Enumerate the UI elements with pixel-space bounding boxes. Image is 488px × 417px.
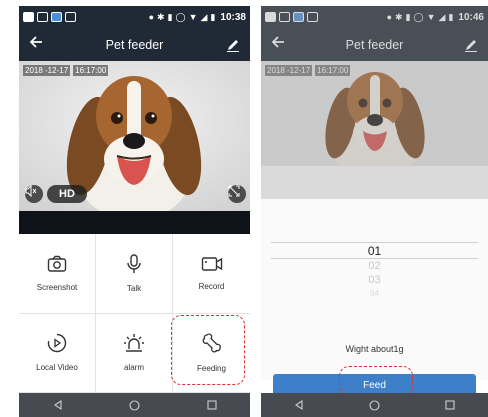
video-time: 16:17:00 — [315, 65, 351, 76]
puppy-image — [261, 61, 488, 166]
camera-icon — [47, 255, 67, 272]
picker-option-selected[interactable]: 01 — [261, 244, 488, 259]
weight-label: Wight about1g — [345, 344, 404, 354]
nav-back-icon — [294, 400, 303, 410]
vibrate-icon: ▮ — [167, 11, 173, 22]
app-icon — [293, 12, 304, 22]
microphone-icon — [127, 254, 141, 273]
battery-icon: ▮ — [448, 11, 454, 22]
phone-screen-feeder-main: ● ✱ ▮ ◯ ▼ ◢ ▮ 10:38 Pet feeder 2018 -12-… — [19, 6, 250, 417]
feed-highlight-outline — [339, 366, 413, 396]
talk-button[interactable]: Talk — [96, 234, 173, 314]
picker-divider-top — [271, 242, 478, 243]
phone-screen-feed-dialog: ● ✱ ▮ ◯ ▼ ◢ ▮ 10:46 Pet feeder 2018 -12-… — [261, 6, 488, 417]
battery-icon: ▮ — [210, 11, 216, 22]
edit-button[interactable] — [454, 38, 488, 52]
notification-icon — [265, 12, 276, 22]
wifi-icon: ▼ — [426, 12, 436, 22]
location-icon: ● — [386, 12, 393, 22]
video-date: 2018 -12-17 — [265, 65, 313, 76]
video-time: 16:17:00 — [73, 65, 109, 76]
nav-back-icon — [53, 400, 62, 410]
nav-home-button[interactable] — [359, 395, 389, 415]
video-camera-icon — [201, 257, 222, 271]
back-button[interactable] — [19, 35, 53, 54]
record-label: Record — [198, 281, 225, 291]
chart-icon — [307, 12, 318, 22]
hd-toggle-button[interactable]: HD — [47, 185, 87, 203]
app-bar: Pet feeder — [19, 28, 250, 61]
status-bar: ● ✱ ▮ ◯ ▼ ◢ ▮ 10:46 — [261, 6, 488, 28]
nav-recents-button[interactable] — [435, 395, 465, 415]
fullscreen-button[interactable] — [228, 185, 246, 203]
alarm-icon: ◯ — [175, 11, 186, 22]
edit-button[interactable] — [216, 38, 250, 52]
feed-amount-picker[interactable]: 01 02 03 04 Wight about1g Feed — [261, 199, 488, 398]
location-icon: ● — [148, 12, 155, 22]
signal-icon: ◢ — [438, 11, 446, 22]
speaker-mute-icon — [25, 185, 37, 197]
signal-icon: ◢ — [200, 11, 208, 22]
local-video-label: Local Video — [36, 363, 78, 373]
status-bar: ● ✱ ▮ ◯ ▼ ◢ ▮ 10:38 — [19, 6, 250, 28]
nav-recents-icon — [445, 400, 455, 410]
nav-recents-icon — [206, 400, 217, 410]
video-timestamp: 2018 -12-17 16:17:00 — [23, 65, 109, 76]
bluetooth-icon: ✱ — [157, 11, 165, 22]
nav-back-button[interactable] — [284, 395, 314, 415]
screenshot-button[interactable]: Screenshot — [19, 234, 96, 314]
local-video-button[interactable]: Local Video — [19, 313, 96, 393]
status-time: 10:38 — [220, 11, 246, 23]
screenshot-label: Screenshot — [36, 282, 78, 292]
record-button[interactable]: Record — [173, 234, 250, 314]
page-title: Pet feeder — [105, 37, 164, 52]
wifi-icon: ▼ — [188, 12, 198, 22]
system-nav-bar — [19, 393, 250, 417]
image-icon — [37, 12, 48, 22]
live-video-feed[interactable]: 2018 -12-17 16:17:00 HD — [19, 61, 250, 211]
video-timestamp: 2018 -12-17 16:17:00 — [265, 65, 351, 76]
arrow-back-icon — [29, 36, 42, 48]
live-video-feed: 2018 -12-17 16:17:00 — [261, 61, 488, 166]
vibrate-icon: ▮ — [405, 11, 411, 22]
picker-option[interactable]: 03 — [261, 273, 488, 287]
feeding-highlight-outline — [171, 315, 245, 385]
nav-recents-button[interactable] — [197, 395, 227, 415]
picker-option[interactable]: 02 — [261, 259, 488, 273]
bluetooth-icon: ✱ — [395, 11, 403, 22]
nav-home-icon — [369, 399, 380, 411]
status-time: 10:46 — [458, 11, 484, 23]
chart-icon — [65, 12, 76, 22]
feature-grid: Screenshot Talk Record Local Video alarm… — [19, 234, 250, 393]
system-nav-bar — [261, 393, 488, 417]
alarm-light-icon — [124, 334, 144, 352]
picker-option[interactable]: 04 — [261, 287, 488, 301]
pencil-icon — [227, 39, 239, 52]
video-date: 2018 -12-17 — [23, 65, 71, 76]
video-bottom-band — [19, 211, 250, 234]
nav-home-button[interactable] — [120, 395, 150, 415]
back-button[interactable] — [261, 35, 295, 54]
arrow-back-icon — [271, 36, 284, 48]
picker-options[interactable]: 01 02 03 04 — [261, 244, 488, 301]
alarm-label: alarm — [123, 363, 144, 373]
alarm-button[interactable]: alarm — [96, 313, 173, 393]
image-icon — [279, 12, 290, 22]
app-icon — [51, 12, 62, 22]
pencil-icon — [465, 39, 477, 52]
app-bar: Pet feeder — [261, 28, 488, 61]
alarm-icon: ◯ — [413, 11, 424, 22]
fullscreen-icon — [228, 185, 240, 197]
play-circle-icon — [47, 334, 67, 353]
notification-icon — [23, 12, 34, 22]
nav-back-button[interactable] — [43, 395, 73, 415]
mute-button[interactable] — [25, 185, 43, 203]
page-title: Pet feeder — [345, 37, 404, 52]
talk-label: Talk — [126, 283, 142, 293]
nav-home-icon — [129, 399, 140, 411]
